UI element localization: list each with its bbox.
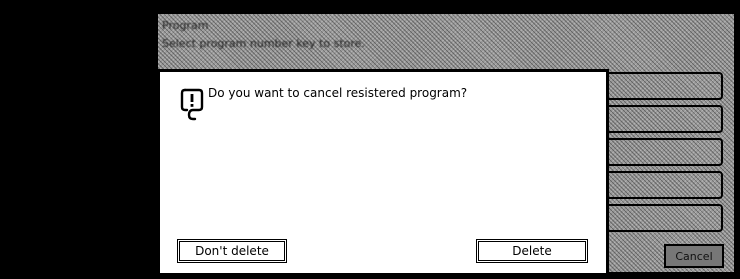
panel-title: Program (162, 19, 209, 32)
program-key-2[interactable] (603, 105, 723, 133)
program-key-4[interactable] (603, 171, 723, 199)
delete-button[interactable]: Delete (476, 239, 588, 263)
dont-delete-button[interactable]: Don't delete (177, 239, 287, 263)
program-key-3[interactable] (603, 138, 723, 166)
confirm-dialog: Do you want to cancel resistered program… (157, 69, 609, 276)
dialog-message: Do you want to cancel resistered program… (208, 86, 468, 100)
program-key-1[interactable] (603, 72, 723, 100)
panel-subtitle: Select program number key to store. (162, 37, 365, 50)
cancel-button[interactable]: Cancel (664, 244, 724, 268)
program-key-5[interactable] (603, 204, 723, 232)
exclamation-icon (180, 88, 204, 121)
